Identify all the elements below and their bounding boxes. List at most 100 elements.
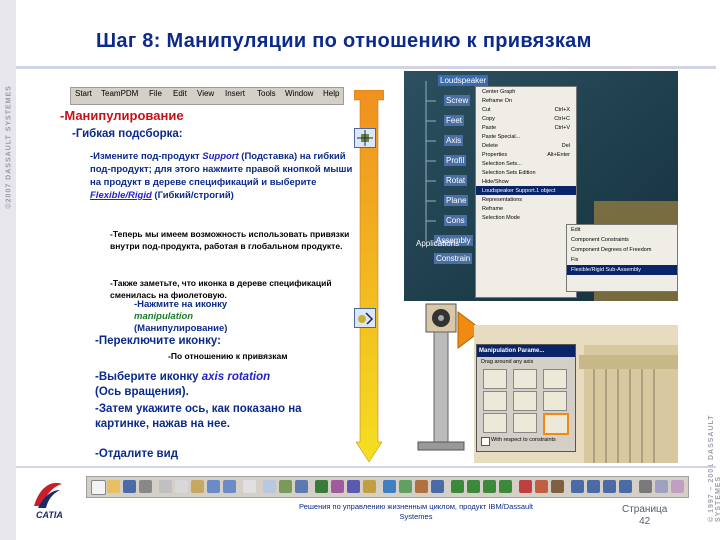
p7-text-a: -Выберите иконку <box>95 371 202 383</box>
rotate-y-button[interactable] <box>513 413 537 433</box>
redo-icon[interactable] <box>223 480 236 493</box>
ctx-item-properties[interactable]: Properties Alt+Enter <box>476 150 576 159</box>
menu-help[interactable]: Help <box>323 89 339 98</box>
ctx-item-delete[interactable]: Delete Del <box>476 141 576 150</box>
manipulation-icon[interactable] <box>354 128 376 148</box>
p1-flexible-rigid: Flexible/Rigid <box>90 190 152 201</box>
ctx-item-support-object[interactable]: Loudspeaker Support.1 object <box>476 186 576 195</box>
instruction-manipulation-icon: -Нажмите на иконку manipulation (Манипулир… <box>134 299 314 335</box>
copy-icon[interactable] <box>175 480 188 493</box>
ctx-item-copy[interactable]: Copy Ctrl+C <box>476 114 576 123</box>
catia-logo-icon <box>34 482 62 508</box>
ctx-label: Copy <box>482 115 495 122</box>
ctx-item-representations[interactable]: Representations <box>476 195 576 204</box>
drag-x-axis-button[interactable] <box>483 369 507 389</box>
new-icon[interactable] <box>91 480 106 495</box>
knowledge-icon[interactable] <box>279 480 292 493</box>
menu-view[interactable]: View <box>197 89 214 98</box>
ctx-item-selection-mode[interactable]: Selection Mode <box>476 213 576 222</box>
footer-line2: Systemes <box>399 512 433 521</box>
subheading-flexible-subassembly: -Гибкая подсборка: <box>72 128 183 140</box>
ctx-item-paste-special[interactable]: Paste Special... <box>476 132 576 141</box>
menu-tools[interactable]: Tools <box>257 89 276 98</box>
rotate-icon[interactable] <box>603 480 616 493</box>
ctx-item-paste[interactable]: Paste Ctrl+V <box>476 123 576 132</box>
existing-component-icon[interactable] <box>363 480 376 493</box>
ctx-item-hide-show[interactable]: Hide/Show <box>476 177 576 186</box>
menu-window[interactable]: Window <box>285 89 313 98</box>
angle-constraint-icon[interactable] <box>499 480 512 493</box>
replace-component-icon[interactable] <box>383 480 396 493</box>
drag-plane-xz-button[interactable] <box>543 391 567 411</box>
copyright-vertical-left: ©2007 DASSAULT SYSTEMES <box>5 85 13 209</box>
fix-together-icon[interactable] <box>535 480 548 493</box>
formula-icon[interactable] <box>263 480 276 493</box>
open-icon[interactable] <box>107 480 120 493</box>
zoom-icon[interactable] <box>619 480 632 493</box>
ctx-item-cut[interactable]: Cut Ctrl+X <box>476 105 576 114</box>
drag-plane-yz-button[interactable] <box>513 391 537 411</box>
coincidence-constraint-icon[interactable] <box>451 480 464 493</box>
whats-this-icon[interactable] <box>243 480 256 493</box>
new-part-icon[interactable] <box>347 480 360 493</box>
new-product-icon[interactable] <box>331 480 344 493</box>
ctx-item-center-graph[interactable]: Center Graph <box>476 87 576 96</box>
submenu-item-fix[interactable]: Fix <box>567 255 677 265</box>
ctx-item-selection-sets[interactable]: Selection Sets... <box>476 159 576 168</box>
note-icon-color: -Также заметьте, что иконка в дереве спе… <box>110 278 332 300</box>
fit-all-icon[interactable] <box>571 480 584 493</box>
tree-item-applications[interactable]: Applications <box>414 238 461 249</box>
tree-item-loudspeaker[interactable]: Loudspeaker <box>438 75 489 86</box>
update-icon[interactable] <box>551 480 564 493</box>
hide-show-icon[interactable] <box>671 480 684 493</box>
undo-icon[interactable] <box>207 480 220 493</box>
pan-icon[interactable] <box>587 480 600 493</box>
offset-constraint-icon[interactable] <box>483 480 496 493</box>
tree-item-plane[interactable]: Plane <box>444 195 469 206</box>
submenu-item-edit[interactable]: Edit <box>567 225 677 235</box>
tree-item-cons[interactable]: Cons <box>444 215 467 226</box>
new-component-icon[interactable] <box>315 480 328 493</box>
tree-item-feet[interactable]: Feet <box>444 115 465 126</box>
contact-constraint-icon[interactable] <box>467 480 480 493</box>
normal-view-icon[interactable] <box>639 480 652 493</box>
submenu-item-component-constraints[interactable]: Component Constraints <box>567 235 677 245</box>
paste-icon[interactable] <box>191 480 204 493</box>
dialog-drag-label: Drag around any axis <box>481 359 534 365</box>
submenu-item-component-dof[interactable]: Component Degrees of Freedom <box>567 245 677 255</box>
snap-icon[interactable] <box>431 480 444 493</box>
drag-plane-xy-button[interactable] <box>483 391 507 411</box>
ctx-label: Cut <box>482 106 491 113</box>
menu-file[interactable]: File <box>149 89 162 98</box>
save-icon[interactable] <box>123 480 136 493</box>
drag-z-axis-button[interactable] <box>543 369 567 389</box>
drag-y-axis-button[interactable] <box>513 369 537 389</box>
fix-component-icon[interactable] <box>519 480 532 493</box>
p4-text-a: -Нажмите на иконку <box>134 299 228 310</box>
tree-item-profil[interactable]: Profil <box>444 155 467 166</box>
axis-rotation-button[interactable] <box>543 413 569 435</box>
catia-menubar: Start TeamPDM File Edit View Insert Tool… <box>70 87 344 105</box>
menu-start[interactable]: Start <box>75 89 92 98</box>
ctx-item-selection-sets-edition[interactable]: Selection Sets Edition <box>476 168 576 177</box>
menu-edit[interactable]: Edit <box>173 89 187 98</box>
graph-tree-reordering-icon[interactable] <box>399 480 412 493</box>
ctx-item-reframe[interactable]: Reframe <box>476 204 576 213</box>
tree-item-rotat[interactable]: Rotat <box>444 175 468 186</box>
tree-item-constrain[interactable]: Constrain <box>434 253 473 264</box>
constraints-checkbox[interactable] <box>481 437 490 446</box>
menu-teampdm[interactable]: TeamPDM <box>101 89 138 98</box>
shading-icon[interactable] <box>655 480 668 493</box>
tree-item-axis[interactable]: Axis <box>444 135 464 146</box>
rotate-x-button[interactable] <box>483 413 507 433</box>
ctx-item-reframe-on[interactable]: Reframe On <box>476 96 576 105</box>
menu-insert[interactable]: Insert <box>225 89 245 98</box>
ctx-shortcut: Del <box>561 142 570 149</box>
catalog-icon[interactable] <box>295 480 308 493</box>
cut-icon[interactable] <box>159 480 172 493</box>
with-respect-constraints-icon[interactable] <box>354 308 376 328</box>
print-icon[interactable] <box>139 480 152 493</box>
tree-item-screw[interactable]: Screw <box>444 95 471 106</box>
manipulation-toolbar-icon[interactable] <box>415 480 428 493</box>
submenu-item-flexible-rigid[interactable]: Flexible/Rigid Sub-Assembly <box>567 265 677 275</box>
